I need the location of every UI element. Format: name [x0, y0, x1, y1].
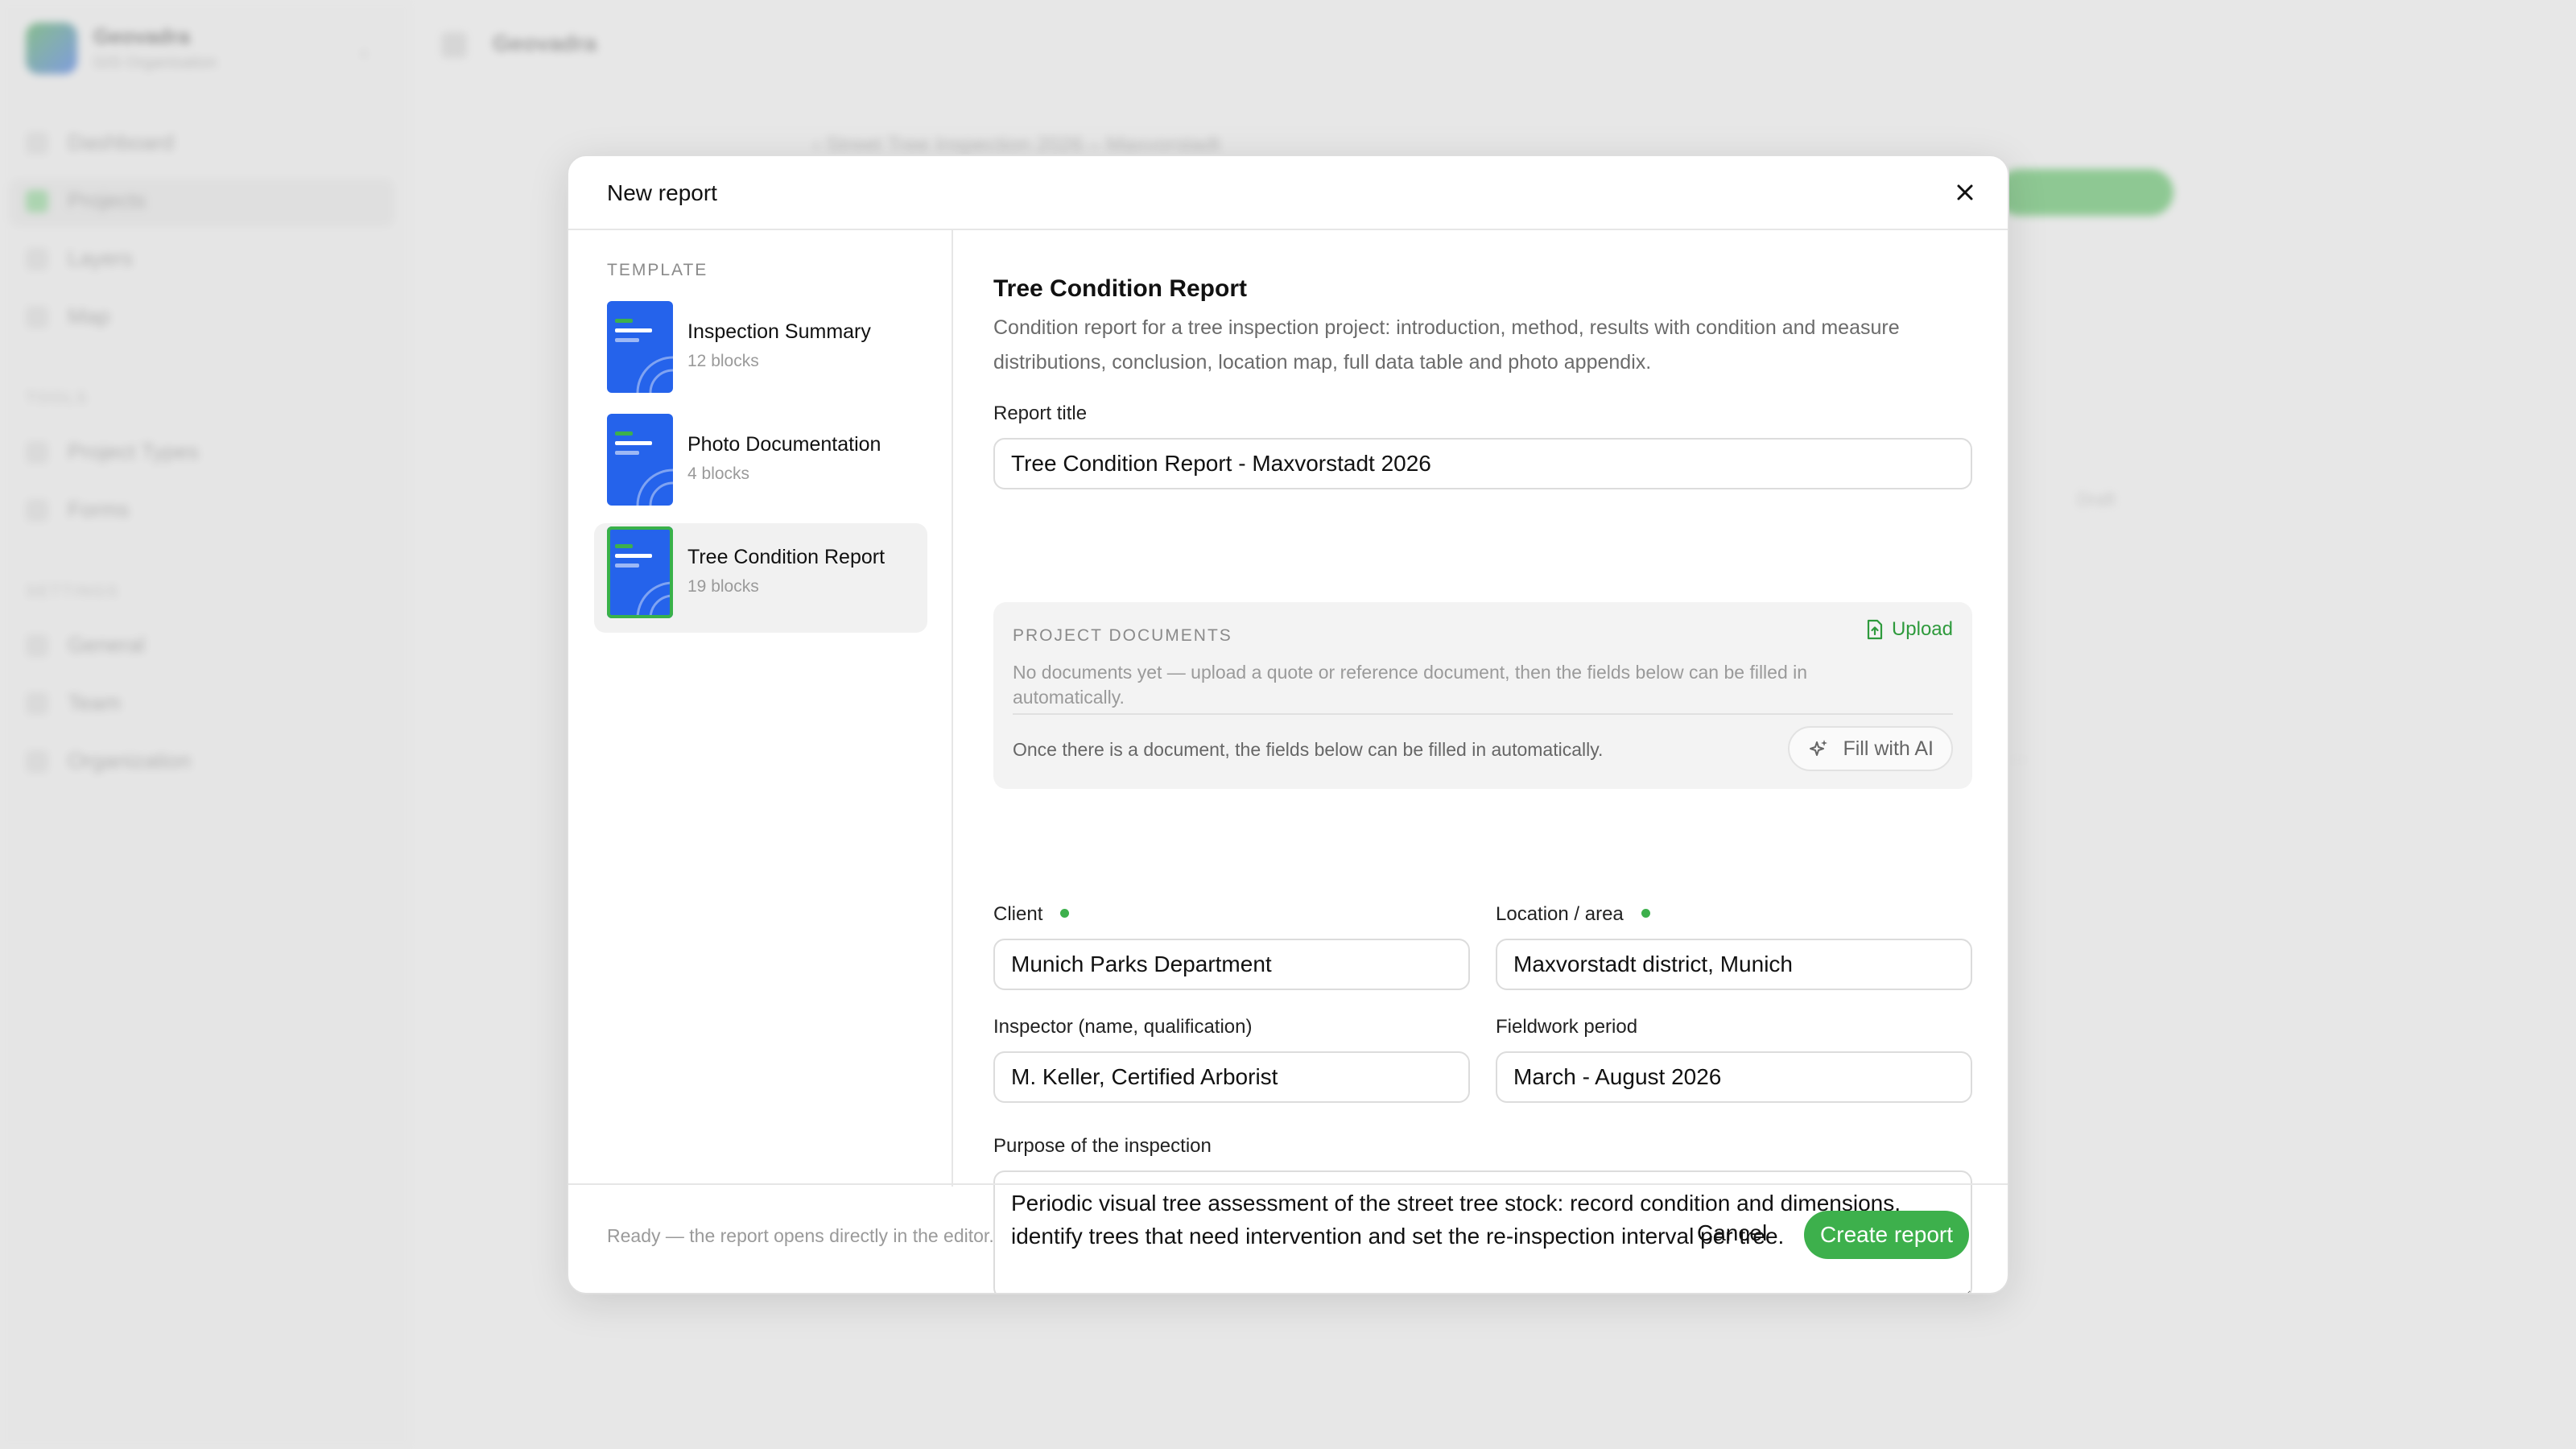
- template-item-inspection-summary[interactable]: Inspection Summary 12 blocks: [594, 298, 927, 407]
- cancel-button[interactable]: Cancel: [1682, 1209, 1781, 1257]
- client-label: Client: [993, 903, 1070, 926]
- template-block-count: 19 blocks: [687, 577, 759, 596]
- report-title-input[interactable]: [993, 438, 1972, 489]
- upload-file-icon: [1867, 619, 1883, 640]
- template-section-label: TEMPLATE: [607, 261, 708, 279]
- create-report-button[interactable]: Create report: [1804, 1211, 1969, 1259]
- selected-template-title: Tree Condition Report: [993, 275, 1247, 302]
- close-button[interactable]: [1948, 175, 1982, 209]
- template-thumbnail-icon: [607, 301, 673, 393]
- sparkle-icon: [1810, 740, 1828, 756]
- purpose-label: Purpose of the inspection: [993, 1135, 1212, 1157]
- location-input[interactable]: [1496, 939, 1972, 990]
- required-indicator: [1641, 909, 1650, 918]
- new-report-dialog: New report TEMPLATE Inspection Summary 1…: [567, 155, 2009, 1294]
- report-form: Tree Condition Report Condition report f…: [955, 230, 2008, 1293]
- project-documents-panel: PROJECT DOCUMENTS Upload No documents ye…: [993, 602, 1972, 789]
- required-indicator: [1060, 909, 1070, 918]
- template-item-tree-condition-report[interactable]: Tree Condition Report 19 blocks: [594, 523, 927, 633]
- template-list: TEMPLATE Inspection Summary 12 blocks Ph…: [568, 230, 953, 1187]
- selected-template-description: Condition report for a tree inspection p…: [993, 316, 1900, 374]
- divider: [1013, 713, 1953, 715]
- close-icon: [1957, 184, 1973, 200]
- fieldwork-label: Fieldwork period: [1496, 1016, 1638, 1038]
- template-block-count: 4 blocks: [687, 464, 750, 483]
- client-input[interactable]: [993, 939, 1470, 990]
- template-name: Inspection Summary: [687, 320, 871, 343]
- template-name: Photo Documentation: [687, 433, 881, 456]
- report-title-label: Report title: [993, 402, 1088, 424]
- inspector-input[interactable]: [993, 1051, 1470, 1103]
- inspector-label: Inspector (name, qualification): [993, 1016, 1253, 1038]
- upload-button[interactable]: Upload: [1866, 618, 1953, 641]
- template-name: Tree Condition Report: [687, 546, 886, 568]
- template-item-photo-documentation[interactable]: Photo Documentation 4 blocks: [594, 411, 927, 520]
- documents-empty-text: No documents yet — upload a quote or ref…: [1013, 662, 1808, 708]
- documents-hint: Once there is a document, the fields bel…: [1013, 739, 1604, 760]
- dialog-title: New report: [607, 180, 717, 205]
- dialog-header: New report: [568, 156, 2008, 230]
- client-label-text: Client: [993, 903, 1043, 925]
- template-block-count: 12 blocks: [687, 352, 759, 370]
- fieldwork-input[interactable]: [1496, 1051, 1972, 1103]
- template-thumbnail-icon: [607, 526, 673, 618]
- fill-with-ai-button[interactable]: Fill with AI: [1788, 726, 1953, 771]
- location-label: Location / area: [1496, 903, 1650, 926]
- location-label-text: Location / area: [1496, 903, 1624, 925]
- fill-with-ai-label: Fill with AI: [1843, 737, 1934, 760]
- project-documents-label: PROJECT DOCUMENTS: [1013, 626, 1232, 645]
- footer-status-text: Ready — the report opens directly in the…: [607, 1225, 994, 1246]
- template-thumbnail-icon: [607, 414, 673, 506]
- dialog-footer: Ready — the report opens directly in the…: [568, 1183, 2008, 1293]
- upload-button-label: Upload: [1891, 618, 1953, 640]
